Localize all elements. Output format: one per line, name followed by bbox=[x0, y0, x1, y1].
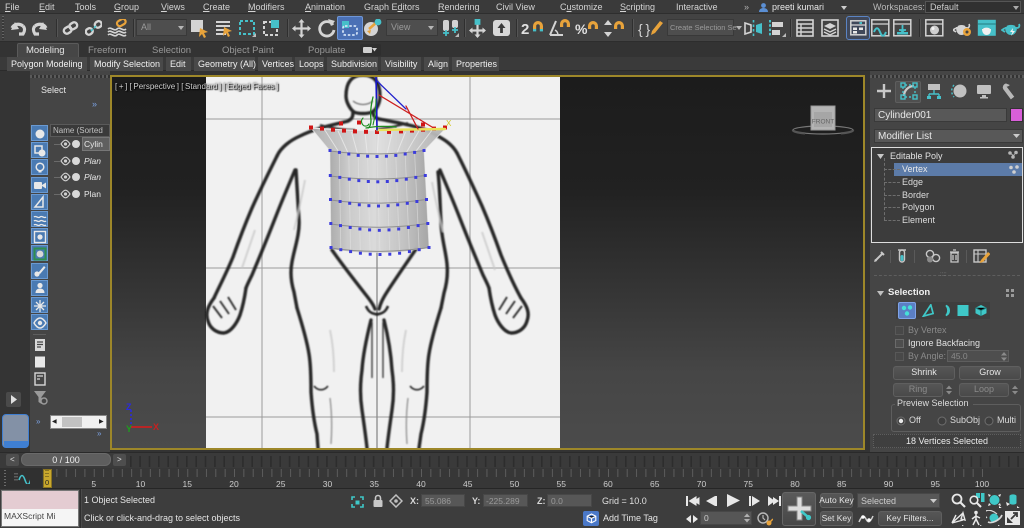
svg-text:45: 45 bbox=[463, 479, 473, 489]
svg-text:%: % bbox=[575, 21, 588, 37]
svg-text:FRONT: FRONT bbox=[812, 119, 834, 126]
svg-text:65: 65 bbox=[650, 479, 660, 489]
svg-text:40: 40 bbox=[416, 479, 426, 489]
svg-text:90: 90 bbox=[884, 479, 894, 489]
svg-text:25: 25 bbox=[276, 479, 286, 489]
svg-text:85: 85 bbox=[837, 479, 847, 489]
svg-text:5: 5 bbox=[91, 479, 96, 489]
svg-text:100: 100 bbox=[975, 479, 989, 489]
svg-text:70: 70 bbox=[697, 479, 707, 489]
svg-text:10: 10 bbox=[136, 479, 146, 489]
svg-text:95: 95 bbox=[931, 479, 941, 489]
svg-text:75: 75 bbox=[744, 479, 754, 489]
svg-text:60: 60 bbox=[603, 479, 613, 489]
svg-text:20: 20 bbox=[229, 479, 239, 489]
svg-text:{ }: { } bbox=[638, 21, 650, 37]
svg-text:35: 35 bbox=[370, 479, 380, 489]
svg-text:50: 50 bbox=[510, 479, 520, 489]
svg-text:30: 30 bbox=[323, 479, 333, 489]
svg-text:15: 15 bbox=[183, 479, 193, 489]
svg-text:55: 55 bbox=[557, 479, 567, 489]
svg-text:80: 80 bbox=[790, 479, 800, 489]
svg-text:X: X bbox=[153, 422, 159, 432]
svg-text:2: 2 bbox=[521, 21, 529, 38]
svg-text:Z: Z bbox=[126, 402, 132, 412]
svg-text:X: X bbox=[446, 119, 452, 128]
svg-text:Y: Y bbox=[126, 424, 132, 434]
